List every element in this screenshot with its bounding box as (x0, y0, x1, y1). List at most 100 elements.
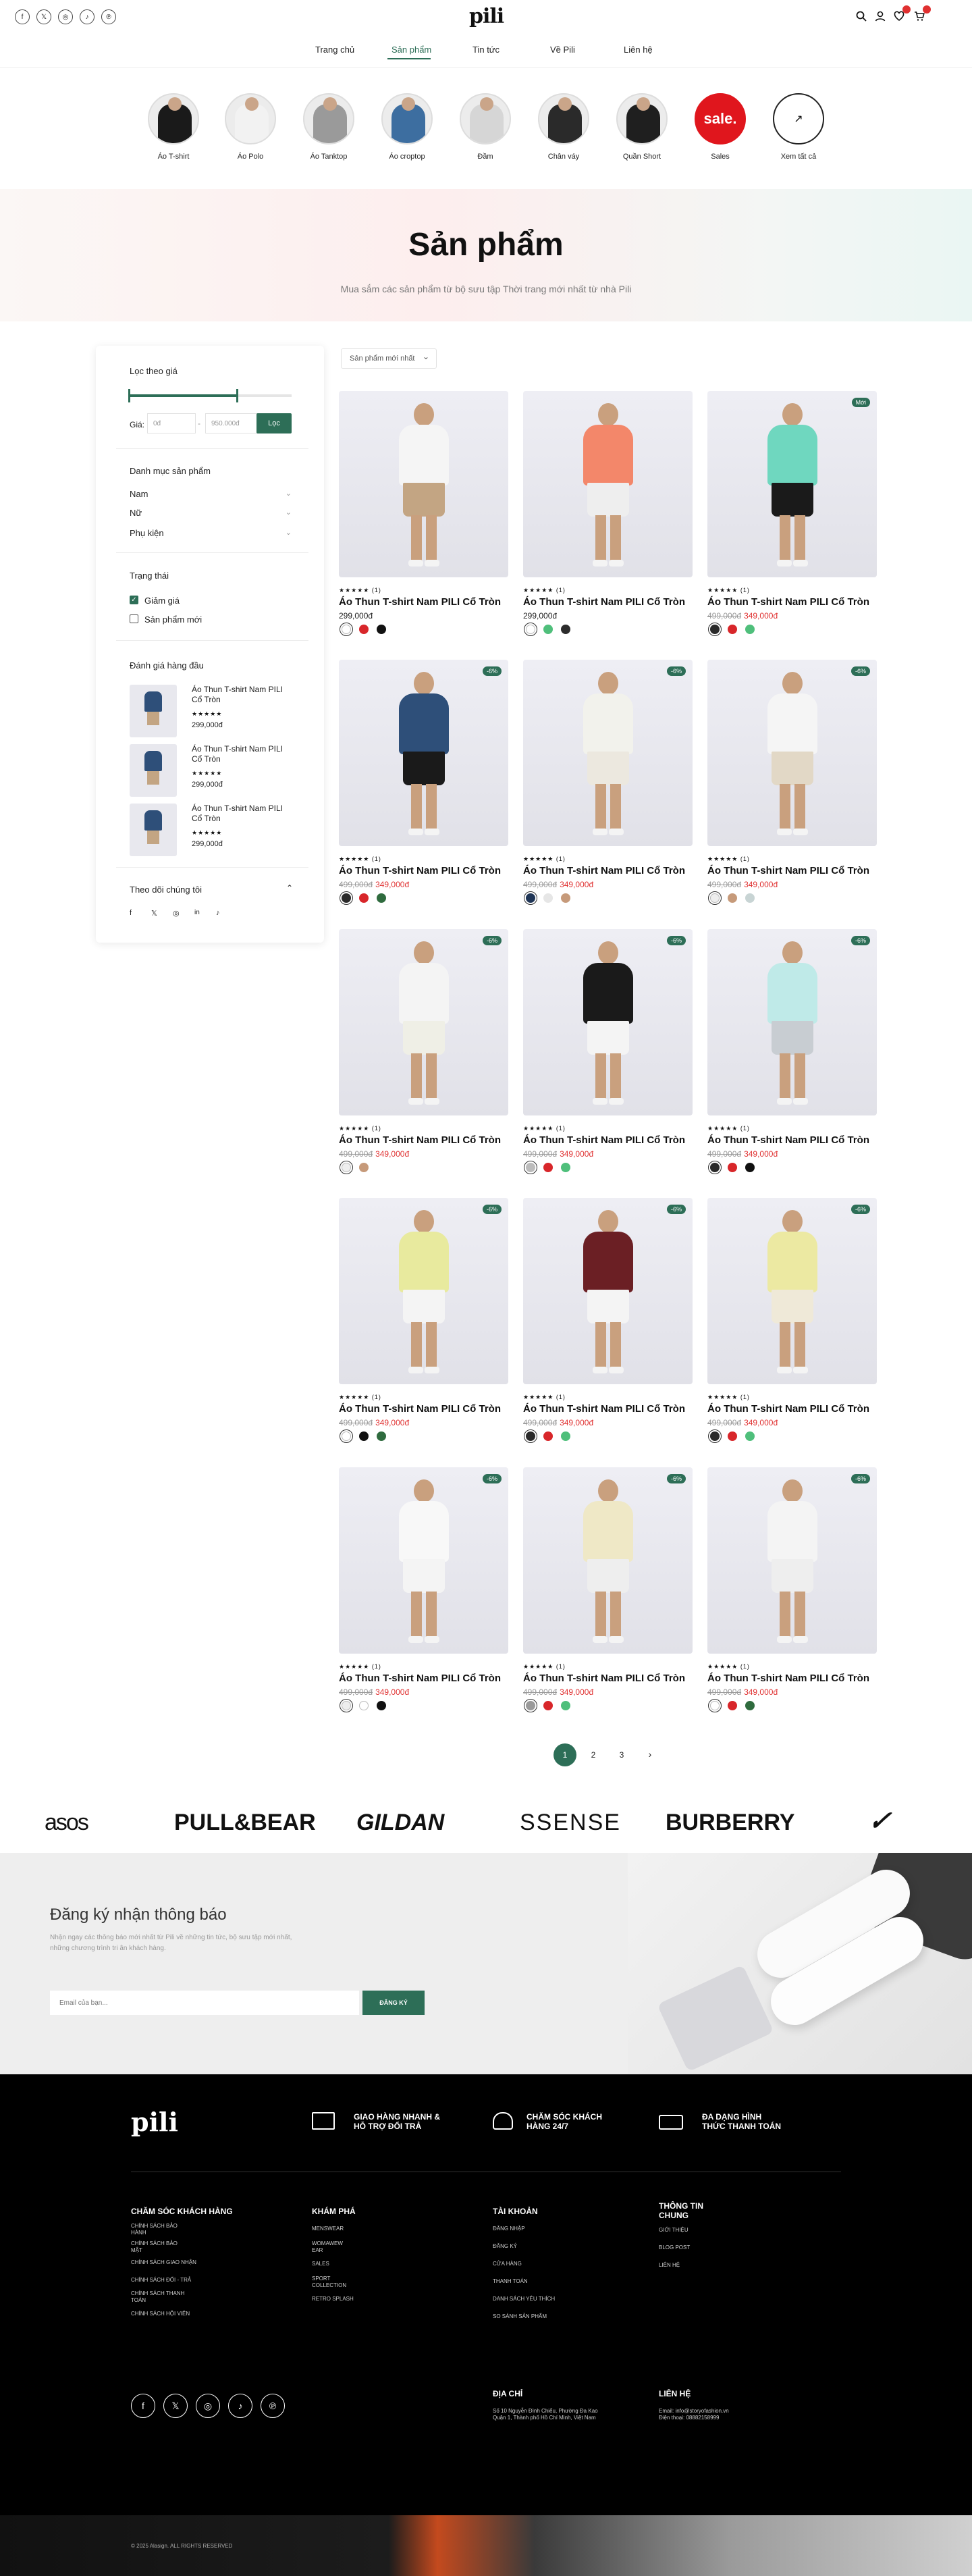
x-icon[interactable]: 𝕏 (36, 9, 51, 24)
category-polo[interactable]: Áo Polo (220, 93, 281, 161)
color-swatch[interactable] (524, 1699, 537, 1712)
footer-link[interactable]: SO SÁNH SẢN PHẨM (493, 2313, 547, 2319)
product-name[interactable]: Áo Thun T-shirt Nam PILI Cổ Tròn (707, 1134, 869, 1146)
category-tshirt[interactable]: Áo T-shirt (143, 93, 204, 161)
footer-link[interactable]: ĐĂNG KÝ (493, 2243, 517, 2249)
color-swatch[interactable] (524, 891, 537, 905)
color-swatch[interactable] (561, 625, 570, 634)
color-swatch[interactable] (340, 623, 353, 636)
instagram-icon[interactable]: ◎ (173, 909, 180, 918)
subscribe-button[interactable]: ĐĂNG KÝ (362, 1991, 425, 2015)
category-shorts[interactable]: Quần Short (612, 93, 672, 161)
color-swatch[interactable] (340, 1429, 353, 1443)
footer-link[interactable]: GIỚI THIỆU (659, 2227, 688, 2233)
footer-link[interactable]: WOMAWEW (312, 2240, 343, 2246)
product-card[interactable]: ★★★★★ (1) Áo Thun T-shirt Nam PILI Cổ Trò… (339, 391, 508, 641)
pinterest-icon[interactable]: ℗ (101, 9, 116, 24)
product-image[interactable]: -6% (523, 1198, 693, 1384)
nav-products[interactable]: Sản phẩm (392, 45, 431, 55)
page-3-button[interactable]: 3 (610, 1743, 633, 1766)
color-swatch[interactable] (728, 893, 737, 903)
product-name[interactable]: Áo Thun T-shirt Nam PILI Cổ Tròn (192, 804, 293, 824)
color-swatch[interactable] (708, 623, 722, 636)
category-croptop[interactable]: Áo croptop (377, 93, 437, 161)
category-view-all[interactable]: ↗ Xem tất cả (768, 93, 829, 161)
x-icon[interactable]: 𝕏 (151, 909, 157, 918)
page-1-button[interactable]: 1 (554, 1743, 576, 1766)
new-checkbox[interactable] (130, 614, 138, 623)
color-swatch[interactable] (543, 1431, 553, 1441)
color-swatch[interactable] (543, 625, 553, 634)
footer-link[interactable]: CỬA HÀNG (493, 2261, 522, 2267)
color-swatch[interactable] (745, 625, 755, 634)
site-logo[interactable]: pili (469, 6, 504, 29)
product-name[interactable]: Áo Thun T-shirt Nam PILI Cổ Tròn (192, 744, 293, 764)
footer-link[interactable]: MENSWEAR (312, 2226, 344, 2232)
footer-link[interactable]: SALES (312, 2261, 329, 2267)
contact-phone[interactable]: Điện thoại: 08882158999 (659, 2415, 719, 2421)
product-name[interactable]: Áo Thun T-shirt Nam PILI Cổ Tròn (523, 1134, 685, 1146)
category-women[interactable]: Nữ ⌄ (130, 508, 292, 518)
footer-logo[interactable]: pili (131, 2107, 178, 2137)
product-image[interactable]: -6% (523, 1467, 693, 1654)
product-name[interactable]: Áo Thun T-shirt Nam PILI Cổ Tròn (339, 1403, 501, 1415)
tiktok-icon[interactable]: ♪ (80, 9, 94, 24)
color-swatch[interactable] (543, 1163, 553, 1172)
color-swatch[interactable] (561, 1431, 570, 1441)
facebook-icon[interactable]: f (131, 2394, 155, 2418)
color-swatch[interactable] (340, 891, 353, 905)
color-swatch[interactable] (377, 1701, 386, 1710)
product-name[interactable]: Áo Thun T-shirt Nam PILI Cổ Tròn (707, 865, 869, 876)
page-2-button[interactable]: 2 (582, 1743, 605, 1766)
product-name[interactable]: Áo Thun T-shirt Nam PILI Cổ Tròn (523, 865, 685, 876)
product-card[interactable]: -6% ★★★★★ (1) Áo Thun T-shirt Nam PILI Cổ … (339, 1467, 508, 1717)
category-skirt[interactable]: Chân váy (533, 93, 594, 161)
color-swatch[interactable] (377, 1431, 386, 1441)
product-name[interactable]: Áo Thun T-shirt Nam PILI Cổ Tròn (339, 1134, 501, 1146)
color-swatch[interactable] (728, 625, 737, 634)
product-image[interactable]: -6% (707, 1198, 877, 1384)
product-image[interactable]: -6% (339, 1198, 508, 1384)
color-swatch[interactable] (543, 1701, 553, 1710)
product-name[interactable]: Áo Thun T-shirt Nam PILI Cổ Tròn (523, 1673, 685, 1684)
chevron-up-icon[interactable]: ⌃ (286, 883, 293, 893)
brand-gildan[interactable]: GILDAN (356, 1810, 444, 1836)
price-max-input[interactable]: 950.000đ (205, 413, 259, 433)
color-swatch[interactable] (340, 1699, 353, 1712)
chevron-down-icon[interactable]: ⌄ (286, 528, 292, 537)
tiktok-icon[interactable]: ♪ (228, 2394, 252, 2418)
next-page-button[interactable]: › (639, 1743, 662, 1766)
product-name[interactable]: Áo Thun T-shirt Nam PILI Cổ Tròn (339, 865, 501, 876)
product-image[interactable]: -6% (707, 929, 877, 1115)
sort-select[interactable]: Sản phẩm mới nhất ⌄ (341, 348, 437, 369)
product-card[interactable]: -6% ★★★★★ (1) Áo Thun T-shirt Nam PILI Cổ … (707, 660, 877, 910)
top-rated-item[interactable]: Áo Thun T-shirt Nam PILI Cổ Tròn ★★★★★ 2… (130, 685, 305, 737)
instagram-icon[interactable]: ◎ (58, 9, 73, 24)
color-swatch[interactable] (561, 1163, 570, 1172)
nav-about[interactable]: Về Pili (550, 45, 575, 55)
product-image[interactable] (339, 391, 508, 577)
color-swatch[interactable] (708, 1699, 722, 1712)
product-card[interactable]: -6% ★★★★★ (1) Áo Thun T-shirt Nam PILI Cổ … (523, 929, 693, 1179)
nav-home[interactable]: Trang chủ (315, 45, 354, 55)
facebook-icon[interactable]: f (15, 9, 30, 24)
footer-link[interactable]: CHÍNH SÁCH BẢO (131, 2240, 178, 2246)
price-max-handle[interactable] (236, 389, 238, 402)
top-rated-item[interactable]: Áo Thun T-shirt Nam PILI Cổ Tròn ★★★★★ 2… (130, 744, 305, 797)
tiktok-icon[interactable]: ♪ (216, 909, 220, 917)
color-swatch[interactable] (745, 1431, 755, 1441)
color-swatch[interactable] (745, 1163, 755, 1172)
chevron-down-icon[interactable]: ⌄ (286, 489, 292, 498)
brand-ssense[interactable]: SSENSE (520, 1810, 621, 1836)
category-tanktop[interactable]: Áo Tanktop (298, 93, 359, 161)
product-name[interactable]: Áo Thun T-shirt Nam PILI Cổ Tròn (523, 1403, 685, 1415)
nav-contact[interactable]: Liên hệ (624, 45, 653, 55)
product-image[interactable]: -6% (339, 1467, 508, 1654)
category-sales[interactable]: sale. Sales (690, 93, 751, 161)
color-swatch[interactable] (377, 893, 386, 903)
footer-link[interactable]: CHÍNH SÁCH BẢO (131, 2223, 178, 2229)
color-swatch[interactable] (377, 625, 386, 634)
footer-link[interactable]: CHÍNH SÁCH ĐỔI - TRẢ (131, 2277, 191, 2283)
category-men[interactable]: Nam ⌄ (130, 489, 292, 499)
color-swatch[interactable] (340, 1161, 353, 1174)
